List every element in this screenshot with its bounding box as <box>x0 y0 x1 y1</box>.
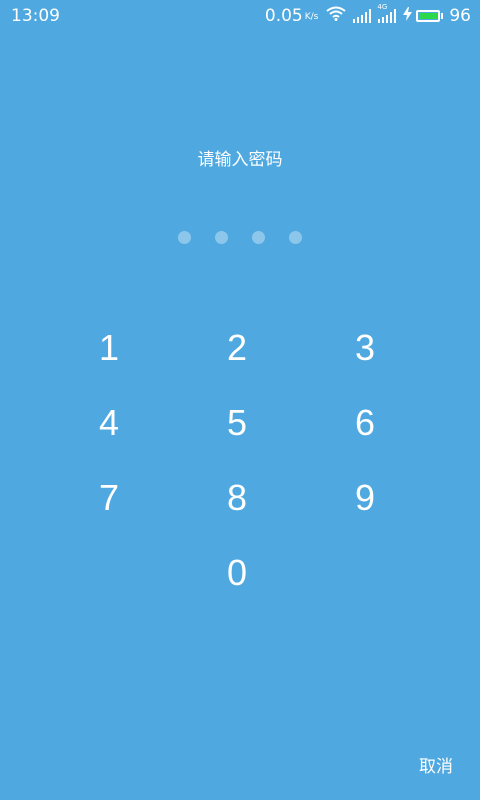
pin-dot <box>289 231 302 244</box>
status-bar: 13:09 0.05 K/s 4G 96 <box>0 0 480 32</box>
network-speed-value: 0.05 <box>264 6 303 26</box>
password-prompt: 请输入密码 <box>197 150 283 170</box>
network-speed: 0.05 K/s <box>265 6 318 26</box>
wifi-icon <box>326 6 346 26</box>
key-0[interactable]: 0 <box>173 535 301 610</box>
status-icons: 0.05 K/s 4G 96 <box>265 4 471 27</box>
pin-dot <box>215 231 228 244</box>
number-keypad: 123 456 7890 <box>45 310 429 610</box>
battery-icon <box>416 10 444 22</box>
pin-indicator <box>0 231 480 244</box>
key-8[interactable]: 8 <box>173 460 301 535</box>
pin-dot <box>252 231 265 244</box>
status-time: 13:09 <box>11 6 60 26</box>
charging-icon <box>403 6 413 26</box>
signal-icon <box>353 9 372 23</box>
battery-percentage: 96 <box>449 6 471 26</box>
pin-dot <box>178 231 191 244</box>
key-7[interactable]: 7 <box>45 460 173 535</box>
cancel-button[interactable]: 取消 <box>419 752 453 777</box>
signal-4g-icon: 4G <box>377 4 397 23</box>
key-2[interactable]: 2 <box>173 310 301 385</box>
key-4[interactable]: 4 <box>45 385 173 460</box>
network-speed-unit: K/s <box>304 11 319 22</box>
network-type-label: 4G <box>377 3 388 11</box>
key-6[interactable]: 6 <box>301 385 429 460</box>
key-9[interactable]: 9 <box>301 460 429 535</box>
key-5[interactable]: 5 <box>173 385 301 460</box>
key-1[interactable]: 1 <box>45 310 173 385</box>
key-3[interactable]: 3 <box>301 310 429 385</box>
